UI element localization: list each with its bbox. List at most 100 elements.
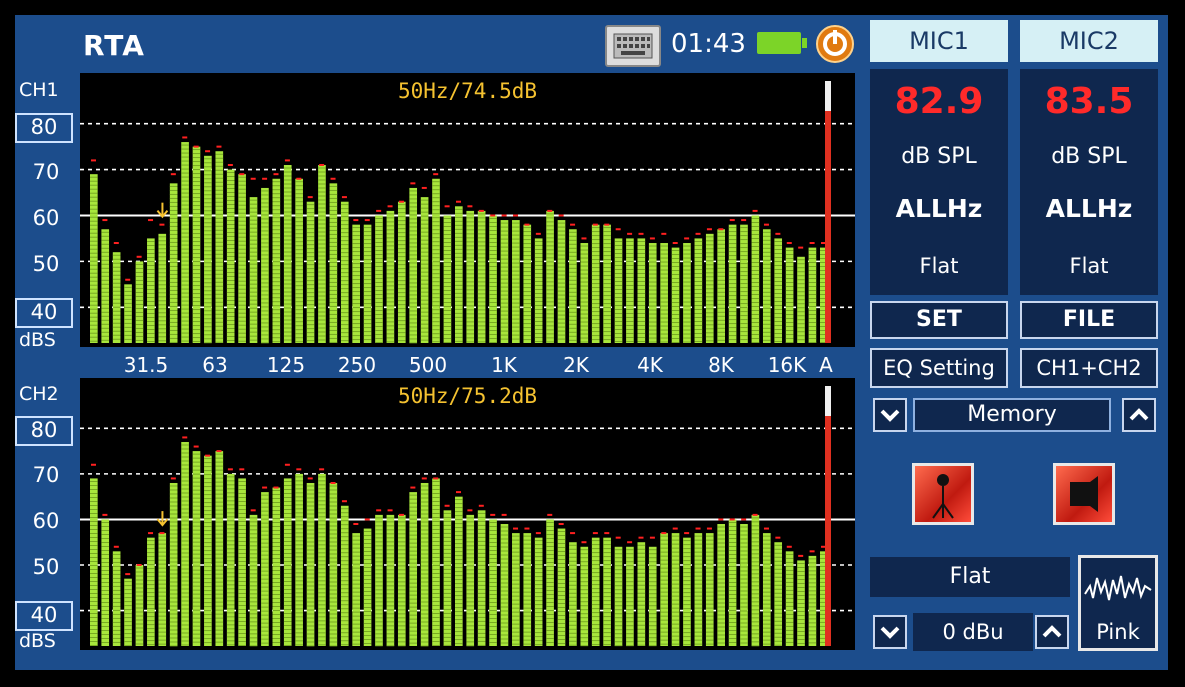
pink-noise-button[interactable]: Pink [1078, 555, 1158, 651]
peak-marker [490, 214, 496, 217]
spectrum-bar [283, 478, 292, 646]
frequency-tick-label: 8K [708, 353, 734, 377]
spectrum-bar [569, 542, 577, 646]
peak-marker [752, 513, 758, 516]
channel-1-label: CH1 [19, 79, 59, 101]
peak-marker [296, 177, 302, 180]
spectrum-bar [375, 514, 383, 647]
peak-marker [376, 509, 382, 512]
mic2-tab[interactable]: MIC2 [1020, 20, 1158, 62]
noise-waveform-icon [1084, 575, 1152, 601]
spectrum-bar [705, 233, 714, 343]
spectrum-bar [648, 546, 657, 647]
peak-marker [398, 200, 404, 203]
channel-2-ymax-button[interactable]: 80 [15, 416, 73, 446]
peak-marker [433, 477, 439, 480]
peak-marker [570, 532, 576, 535]
frequency-tick-label: 500 [408, 353, 448, 377]
mic1-panel: 82.9 dB SPL ALLHz Flat [870, 69, 1008, 295]
peak-marker [216, 145, 222, 148]
peak-marker [649, 536, 655, 539]
peak-marker [729, 518, 735, 521]
frequency-tick-label: 250 [337, 353, 377, 377]
peak-marker [113, 545, 119, 548]
spectrum-bar [420, 482, 429, 647]
peak-marker [638, 536, 644, 539]
frequency-tick-label: 16K [767, 353, 807, 377]
spectrum-bar [694, 238, 703, 343]
mic1-tab[interactable]: MIC1 [870, 20, 1008, 62]
peak-marker [592, 223, 598, 226]
spectrum-bar [329, 482, 338, 647]
spectrum-bar [420, 197, 429, 343]
spectrum-bar [523, 533, 532, 646]
peak-marker [307, 196, 313, 199]
peak-marker [113, 242, 119, 245]
spectrum-bar [546, 519, 554, 646]
spectrum-bar [169, 183, 178, 343]
peak-marker [501, 214, 507, 217]
peak-marker [444, 205, 450, 208]
peak-marker [296, 468, 302, 471]
peak-marker [262, 486, 268, 489]
spectrum-bar [683, 537, 691, 646]
generator-weighting[interactable]: Flat [870, 557, 1070, 597]
level-down-button[interactable] [873, 615, 907, 649]
channel-2-spectrum[interactable]: 50Hz/75.2dB [80, 378, 855, 650]
peak-marker [284, 463, 290, 466]
chevron-down-icon [880, 409, 900, 422]
channel-2-ymin-button[interactable]: 40 [15, 601, 73, 631]
spectrum-bar [637, 238, 646, 343]
peak-marker [775, 536, 781, 539]
file-button[interactable]: FILE [1020, 301, 1158, 339]
eq-setting-button[interactable]: EQ Setting [870, 348, 1008, 388]
set-button[interactable]: SET [870, 301, 1008, 339]
chevron-down-icon [880, 626, 900, 639]
peak-marker [170, 173, 176, 176]
channel-1-spectrum[interactable]: 50Hz/74.5dB [80, 73, 855, 347]
spectrum-bar [466, 210, 475, 343]
spectrum-bar [580, 243, 589, 343]
spectrum-bar [318, 473, 326, 646]
spectrum-bar [500, 523, 509, 646]
peak-marker [729, 219, 735, 222]
channel-1-ymax-button[interactable]: 80 [15, 113, 73, 143]
peak-marker [239, 468, 245, 471]
spectrum-bar [808, 247, 817, 344]
speaker-button[interactable] [1053, 463, 1115, 525]
spectrum-bar [740, 224, 748, 343]
spectrum-bar [261, 492, 269, 646]
peak-marker [627, 232, 633, 235]
spectrum-bar [158, 533, 167, 646]
memory-down-button[interactable] [873, 398, 907, 432]
microphone-button[interactable] [912, 463, 974, 525]
memory-up-button[interactable] [1122, 398, 1156, 432]
spectrum-bar [671, 533, 680, 646]
spectrum-bar [295, 178, 303, 343]
spectrum-bar [135, 261, 144, 343]
level-up-button[interactable] [1035, 615, 1069, 649]
ch-sum-button[interactable]: CH1+CH2 [1020, 348, 1158, 388]
channel-1-ymin-button[interactable]: 40 [15, 298, 73, 328]
peak-marker [718, 518, 724, 521]
peak-marker [672, 527, 678, 530]
spectrum-bar [306, 201, 315, 343]
frequency-axis: 31.5 63 125 250 500 1K 2K 4K 8K 16K A [80, 353, 855, 377]
spectrum-bar [340, 201, 349, 343]
peak-marker [148, 532, 154, 535]
spectrum-bar [226, 169, 235, 343]
peak-marker [250, 177, 256, 180]
peak-marker [307, 477, 313, 480]
peak-marker [239, 173, 245, 176]
memory-selector[interactable]: Memory [913, 398, 1111, 432]
spectrum-bar [797, 560, 805, 646]
spectrum-bar [181, 441, 189, 646]
y-tick: 50 [32, 555, 60, 579]
peak-marker [456, 200, 461, 203]
spectrum-bar [101, 519, 110, 646]
spectrum-bar [124, 578, 132, 647]
peak-marker [250, 509, 256, 512]
spectrum-bar [557, 220, 566, 343]
channel-2-unit: dBS [19, 630, 56, 652]
y-tick: 60 [32, 509, 60, 533]
